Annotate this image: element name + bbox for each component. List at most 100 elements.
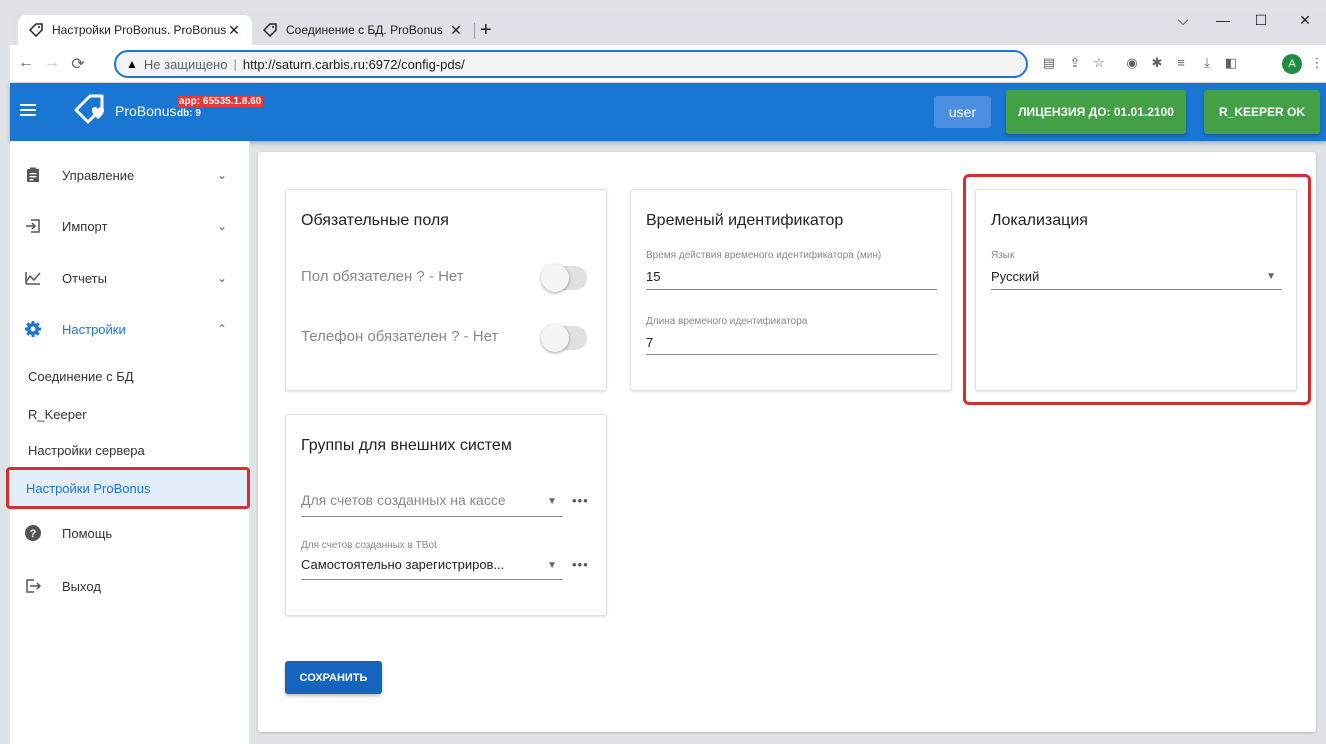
warning-icon[interactable]: ▲ bbox=[126, 57, 138, 71]
field-label: Для счетов созданных в TBot bbox=[301, 540, 437, 551]
side-panel-icon[interactable]: ◧ bbox=[1222, 55, 1240, 71]
sidebar-subitem-db-connection[interactable]: Соединение с БД bbox=[10, 359, 250, 393]
logout-icon bbox=[22, 578, 44, 594]
share-icon[interactable]: ⇪ bbox=[1066, 55, 1084, 71]
probonus-logo-icon bbox=[72, 92, 114, 130]
highlight-box-localization bbox=[963, 174, 1311, 405]
field-placeholder: Для счетов созданных на кассе bbox=[301, 492, 506, 508]
browser-toolbar: ← → ⟳ ▲ Не защищено | http://saturn.carb… bbox=[10, 45, 1326, 83]
sidebar-item-management[interactable]: Управление ⌄ bbox=[10, 155, 250, 195]
toggle-knob bbox=[541, 264, 569, 292]
sidebar-subitem-rkeeper[interactable]: R_Keeper bbox=[10, 397, 250, 431]
external-groups-card: Группы для внешних систем Для счетов соз… bbox=[285, 414, 607, 616]
dropdown-arrow-icon[interactable]: ▼ bbox=[547, 496, 557, 507]
bookmark-star-icon[interactable]: ☆ bbox=[1090, 55, 1108, 71]
close-window-button[interactable]: ✕ bbox=[1290, 12, 1320, 29]
dropdown-arrow-icon[interactable]: ▼ bbox=[547, 560, 557, 571]
field-label: Длина временого идентификатора bbox=[646, 316, 808, 327]
import-icon bbox=[22, 218, 44, 234]
version-info: app: 65535.1.8.60 db: 9 bbox=[177, 96, 264, 120]
chevron-down-icon: ⌄ bbox=[216, 168, 228, 182]
app-header: ProBonus app: 65535.1.8.60 db: 9 user ЛИ… bbox=[10, 83, 1326, 141]
more-options-icon[interactable]: ••• bbox=[572, 557, 589, 572]
extensions-icon[interactable]: ✱ bbox=[1148, 55, 1166, 71]
hamburger-menu-icon[interactable] bbox=[20, 101, 36, 121]
sidebar-item-import[interactable]: Импорт ⌄ bbox=[10, 206, 250, 246]
sidebar-item-label: Отчеты bbox=[62, 270, 107, 286]
field-label: Время действия временого идентификатора … bbox=[646, 250, 882, 261]
gender-required-label: Пол обязателен ? - Нет bbox=[301, 268, 464, 285]
tbot-group-select[interactable]: Для счетов созданных в TBot Самостоятель… bbox=[301, 540, 563, 580]
help-icon: ? bbox=[22, 524, 44, 542]
sidebar-item-settings[interactable]: Настройки ⌃ bbox=[10, 309, 250, 349]
card-title: Обязательные поля bbox=[301, 212, 449, 229]
gender-required-toggle[interactable] bbox=[541, 264, 587, 292]
maximize-button[interactable]: ☐ bbox=[1246, 12, 1276, 29]
shield-extension-icon[interactable]: ◉ bbox=[1123, 55, 1141, 71]
card-title: Группы для внешних систем bbox=[301, 437, 512, 454]
cashier-group-select[interactable]: Для счетов созданных на кассе ▼ bbox=[301, 483, 563, 517]
security-status: Не защищено bbox=[143, 56, 228, 72]
tag-icon bbox=[28, 22, 44, 38]
sidebar-item-label: Импорт bbox=[62, 218, 108, 234]
browser-tab[interactable]: Соединение с БД. ProBonus ✕ bbox=[252, 15, 474, 45]
user-button[interactable]: user bbox=[934, 96, 991, 128]
sidebar-item-logout[interactable]: Выход bbox=[10, 566, 250, 606]
app-version: app: 65535.1.8.60 bbox=[177, 96, 264, 107]
save-button[interactable]: СОХРАНИТЬ bbox=[285, 661, 382, 694]
sidebar-item-label: Помощь bbox=[62, 525, 113, 541]
tab-search-icon[interactable]: ⌵ bbox=[1168, 12, 1198, 29]
toggle-knob bbox=[541, 324, 569, 352]
phone-required-toggle[interactable] bbox=[541, 324, 587, 352]
chevron-down-icon: ⌄ bbox=[216, 219, 228, 233]
reading-list-icon[interactable]: ≡ bbox=[1172, 55, 1190, 70]
field-value: Самостоятельно зарегистриров... bbox=[301, 557, 505, 572]
chevron-down-icon: ⌄ bbox=[216, 271, 228, 285]
close-tab-icon[interactable]: ✕ bbox=[448, 22, 464, 39]
profile-avatar[interactable]: A bbox=[1282, 54, 1302, 74]
tab-title: Настройки ProBonus. ProBonus bbox=[52, 23, 226, 37]
chart-icon bbox=[22, 271, 44, 285]
sidebar-item-label: Настройки bbox=[62, 321, 126, 337]
sidebar-item-help[interactable]: ? Помощь bbox=[10, 513, 250, 553]
chevron-up-icon: ⌃ bbox=[216, 322, 228, 336]
more-options-icon[interactable]: ••• bbox=[572, 493, 589, 508]
browser-menu-icon[interactable]: ⋮ bbox=[1308, 55, 1326, 71]
rkeeper-status-button[interactable]: R_KEEPER OK bbox=[1204, 90, 1320, 134]
card-title: Временый идентификатор bbox=[646, 212, 844, 229]
url-text: http://saturn.carbis.ru:6972/config-pds/ bbox=[242, 56, 465, 72]
sidebar-item-label: Выход bbox=[62, 578, 101, 594]
reload-icon[interactable]: ⟳ bbox=[68, 54, 88, 74]
download-icon[interactable]: ⤓ bbox=[1198, 55, 1216, 71]
browser-tabstrip: Настройки ProBonus. ProBonus ✕ Соединени… bbox=[10, 10, 1326, 45]
field-value[interactable]: 15 bbox=[646, 269, 660, 284]
sidebar: Управление ⌄ Импорт ⌄ Отчеты ⌄ Настройки… bbox=[8, 141, 250, 744]
translate-icon[interactable]: ▤ bbox=[1040, 55, 1058, 71]
tag-icon bbox=[262, 22, 278, 38]
required-fields-card: Обязательные поля Пол обязателен ? - Нет… bbox=[285, 189, 607, 391]
tab-separator bbox=[474, 23, 475, 39]
sidebar-subitem-server-settings[interactable]: Настройки сервера bbox=[10, 433, 250, 467]
forward-icon[interactable]: → bbox=[42, 54, 62, 72]
browser-tab-active[interactable]: Настройки ProBonus. ProBonus ✕ bbox=[18, 15, 252, 45]
license-button[interactable]: ЛИЦЕНЗИЯ ДО: 01.01.2100 bbox=[1006, 90, 1186, 134]
highlight-box-sidebar bbox=[6, 467, 250, 509]
sidebar-item-label: Управление bbox=[62, 167, 135, 183]
tab-title: Соединение с БД. ProBonus bbox=[286, 23, 443, 37]
new-tab-button[interactable]: + bbox=[480, 20, 492, 40]
field-value[interactable]: 7 bbox=[646, 335, 653, 350]
brand-name: ProBonus bbox=[115, 103, 177, 119]
temp-id-length-field[interactable]: Длина временого идентификатора 7 bbox=[646, 316, 937, 355]
url-separator: | bbox=[233, 56, 237, 72]
minimize-button[interactable]: — bbox=[1208, 12, 1238, 28]
back-icon[interactable]: ← bbox=[16, 54, 36, 72]
address-bar[interactable]: ▲ Не защищено | http://saturn.carbis.ru:… bbox=[114, 50, 1028, 78]
phone-required-label: Телефон обязателен ? - Нет bbox=[301, 328, 499, 345]
temp-identifier-card: Временый идентификатор Время действия вр… bbox=[630, 189, 952, 391]
temp-id-duration-field[interactable]: Время действия временого идентификатора … bbox=[646, 250, 937, 290]
close-tab-icon[interactable]: ✕ bbox=[226, 22, 242, 39]
svg-text:?: ? bbox=[30, 528, 37, 540]
clipboard-icon bbox=[22, 167, 44, 183]
sidebar-item-reports[interactable]: Отчеты ⌄ bbox=[10, 258, 250, 298]
db-version: db: 9 bbox=[177, 108, 201, 119]
